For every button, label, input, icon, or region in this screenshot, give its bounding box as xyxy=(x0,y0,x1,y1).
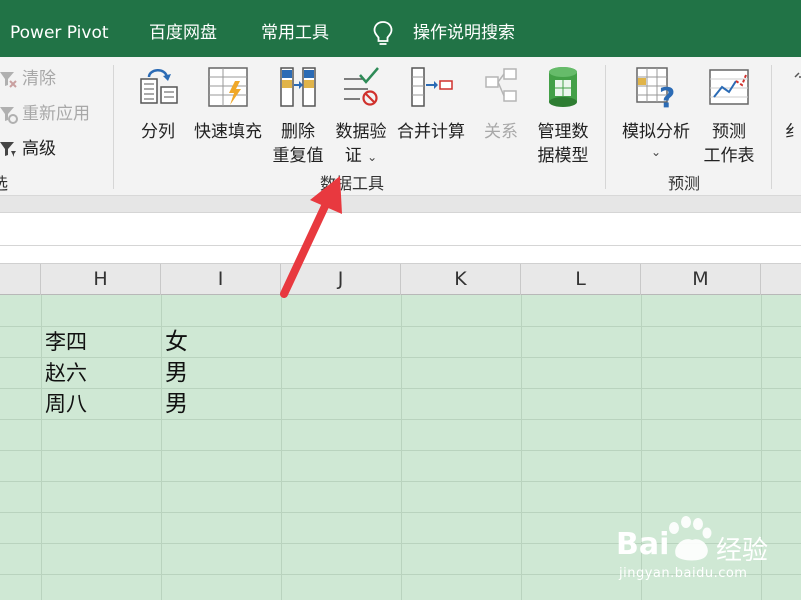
outline-label-partial: 纟 xyxy=(785,122,801,142)
column-header-i[interactable]: I xyxy=(161,264,281,295)
watermark-brand2: 经验 xyxy=(716,536,769,566)
consolidate-label: 合并计算 xyxy=(397,122,465,142)
data-validation-label-2: 证 ⌄ xyxy=(330,141,392,166)
tab-common-tools[interactable]: 常用工具 xyxy=(261,0,329,57)
consolidate-icon xyxy=(411,67,453,107)
grid-line xyxy=(0,388,801,389)
relationships-label: 关系 xyxy=(484,122,518,142)
grid-line xyxy=(41,295,42,600)
data-validation-icon xyxy=(344,67,379,106)
forecast-group-label: 预测 xyxy=(668,174,701,193)
column-header-row: H I J K L M xyxy=(0,263,801,295)
manage-data-model-label-1: 管理数 xyxy=(537,122,589,142)
forecast-sheet-label-2: 工作表 xyxy=(703,146,755,166)
cell-name[interactable]: 赵六 xyxy=(45,358,87,388)
column-header-n-partial[interactable] xyxy=(761,264,801,295)
column-header-m[interactable]: M xyxy=(641,264,761,295)
cell-name[interactable]: 周八 xyxy=(45,389,87,419)
reapply-icon xyxy=(0,107,18,124)
flash-fill-icon xyxy=(208,67,248,107)
advanced-filter-icon xyxy=(0,142,16,157)
excel-window: Power Pivot 百度网盘 常用工具 操作说明搜索 清除 重新应用 高级 … xyxy=(0,0,801,600)
grid-line xyxy=(401,295,402,600)
lightbulb-icon[interactable] xyxy=(372,20,394,48)
advanced-label: 高级 xyxy=(22,139,56,159)
cell-gender[interactable]: 女 xyxy=(165,327,188,357)
grid-line xyxy=(521,295,522,600)
cell-gender[interactable]: 男 xyxy=(165,389,188,419)
reapply-label: 重新应用 xyxy=(22,104,90,124)
watermark-url: jingyan.baidu.com xyxy=(619,566,748,581)
column-header-partial[interactable] xyxy=(0,264,41,295)
grid-line xyxy=(0,419,801,420)
what-if-analysis-label: 模拟分析 xyxy=(622,122,690,142)
chevron-down-icon: ⌄ xyxy=(650,145,662,159)
group-separator xyxy=(771,65,772,189)
grid-line xyxy=(0,326,801,327)
grid-line xyxy=(0,481,801,482)
group-separator xyxy=(113,65,114,189)
ribbon-data: 清除 重新应用 高级 选 分列 快速填充 删除 重复值 数据验 证 ⌄ 合并计算… xyxy=(0,57,801,196)
relationships-icon xyxy=(485,68,517,102)
data-model-icon xyxy=(549,67,577,107)
grid-line xyxy=(281,295,282,600)
flash-fill-label: 快速填充 xyxy=(194,122,262,142)
column-header-h[interactable]: H xyxy=(41,264,161,295)
grid-line xyxy=(161,295,162,600)
grid-line xyxy=(0,357,801,358)
clear-label: 清除 xyxy=(22,69,56,89)
data-validation-label-1: 数据验 xyxy=(335,122,387,142)
outline-icon xyxy=(794,72,801,78)
data-tools-group-label: 数据工具 xyxy=(320,174,385,193)
text-to-columns-label: 分列 xyxy=(141,122,175,142)
column-header-l[interactable]: L xyxy=(521,264,641,295)
manage-data-model-label-2: 据模型 xyxy=(537,146,589,166)
formula-bar[interactable] xyxy=(0,212,801,246)
column-header-k[interactable]: K xyxy=(401,264,521,295)
sort-filter-group-label: 选 xyxy=(0,174,9,193)
data-validation-label-2-text: 证 xyxy=(344,146,362,166)
remove-duplicates-label-1: 删除 xyxy=(281,122,315,142)
grid-line xyxy=(0,450,801,451)
cell-gender[interactable]: 男 xyxy=(165,358,188,388)
text-to-columns-icon xyxy=(140,69,178,104)
clear-filter-icon xyxy=(0,72,17,88)
what-if-analysis-icon: ? xyxy=(636,67,675,109)
svg-text:?: ? xyxy=(659,81,675,109)
column-header-j[interactable]: J xyxy=(281,264,401,295)
ribbon-bottom-gap xyxy=(0,196,801,212)
watermark-brand: Bai xyxy=(616,527,670,562)
forecast-sheet-label-1: 预测 xyxy=(712,122,746,142)
formula-gap xyxy=(0,246,801,263)
tab-power-pivot[interactable]: Power Pivot xyxy=(10,0,109,57)
chevron-down-icon: ⌄ xyxy=(367,150,378,164)
tab-baidu-netdisk[interactable]: 百度网盘 xyxy=(149,0,217,57)
remove-duplicates-icon xyxy=(280,67,316,107)
ribbon-tab-bar: Power Pivot 百度网盘 常用工具 操作说明搜索 xyxy=(0,0,801,57)
forecast-sheet-icon xyxy=(709,69,749,105)
cell-name[interactable]: 李四 xyxy=(45,327,87,357)
remove-duplicates-label-2: 重复值 xyxy=(272,146,324,166)
tell-me-search[interactable]: 操作说明搜索 xyxy=(413,0,515,57)
group-separator xyxy=(605,65,606,189)
